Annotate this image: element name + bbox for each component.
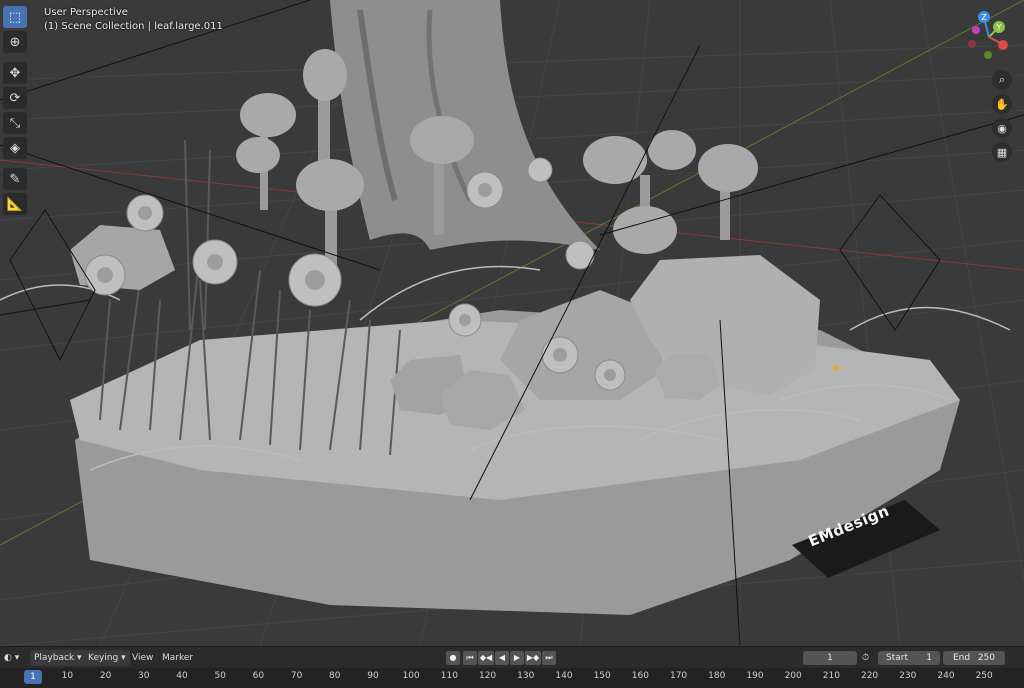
ruler-tick: 130 (517, 671, 535, 681)
camera-icon: ◉ (997, 121, 1007, 135)
annotate-tool[interactable]: ✎ (3, 168, 27, 190)
clock-icon: ◐ (4, 653, 12, 663)
playback-menu-label: Playback (34, 653, 75, 663)
hand-icon: ✋ (995, 97, 1009, 111)
end-value: 250 (977, 653, 995, 663)
play-reverse-icon: ◀ (498, 653, 506, 662)
transform-tool[interactable]: ◈ (3, 137, 27, 159)
select-box-icon: ⬚ (8, 9, 22, 25)
marker-menu[interactable]: Marker (162, 650, 193, 666)
play-reverse-button[interactable]: ◀ (495, 651, 509, 665)
rotate-tool[interactable]: ⟳ (3, 87, 27, 109)
ruler-tick: 100 (402, 671, 420, 681)
play-button[interactable]: ▶ (510, 651, 524, 665)
navigation-gizmo[interactable]: Z Y (962, 10, 1016, 64)
gizmo-neg-y[interactable] (972, 26, 980, 34)
measure-icon: 📐 (6, 196, 24, 212)
playback-menu[interactable]: Playback ▾ (30, 650, 86, 666)
camera-view-button[interactable]: ◉ (992, 118, 1012, 138)
jump-start-icon: ⏮ (466, 653, 474, 662)
grid-icon: ▦ (996, 145, 1008, 159)
ruler-tick: 10 (61, 671, 74, 681)
ruler-tick: 170 (669, 671, 688, 681)
ruler-tick: 50 (214, 671, 226, 681)
pan-button[interactable]: ✋ (992, 94, 1012, 114)
zoom-button[interactable]: ⌕ (992, 70, 1012, 90)
ruler-tick: 190 (746, 671, 764, 681)
ruler-tick: 150 (593, 671, 611, 681)
end-label: End (953, 653, 971, 663)
scale-icon: ⤡ (9, 115, 21, 131)
ruler-tick: 210 (822, 671, 840, 681)
timeline-ruler[interactable]: 1 10 20 30 40 50 60 70 80 90 100 110 120 130 140 150 16… (0, 668, 1024, 688)
view-menu[interactable]: View (132, 650, 153, 666)
ruler-tick: 70 (290, 671, 303, 681)
transform-icon: ◈ (10, 140, 20, 156)
editor-type-button[interactable]: ◐ ▾ (4, 650, 24, 666)
select-box-tool[interactable]: ⬚ (3, 6, 27, 28)
start-value: 1 (926, 653, 932, 663)
gizmo-neg-x[interactable] (968, 40, 976, 48)
start-frame-field[interactable]: Start 1 (878, 651, 940, 665)
stopwatch-icon[interactable]: ⏱ (862, 650, 869, 666)
3d-viewport[interactable]: User Perspective (1) Scene Collection | … (0, 0, 1024, 646)
record-icon: ● (449, 653, 457, 662)
gizmo-y-label: Y (996, 23, 1002, 32)
ruler-tick: 240 (937, 671, 955, 681)
navigation-tools: ⌕ ✋ ◉ ▦ (992, 70, 1012, 166)
move-tool[interactable]: ✥ (3, 62, 27, 84)
start-label: Start (886, 653, 908, 663)
scene-render (0, 0, 1024, 646)
end-frame-field[interactable]: End 250 (943, 651, 1005, 665)
perspective-toggle-button[interactable]: ▦ (992, 142, 1012, 162)
gizmo-x-axis[interactable] (998, 40, 1008, 50)
ruler-tick: 120 (478, 671, 497, 681)
prev-keyframe-button[interactable]: ◆◀ (478, 651, 494, 665)
cursor-tool[interactable]: ⊕ (3, 31, 27, 53)
ruler-tick: 250 (975, 671, 993, 681)
record-button[interactable]: ● (446, 651, 460, 665)
annotate-icon: ✎ (9, 171, 21, 187)
ruler-tick: 180 (708, 671, 726, 681)
keying-menu[interactable]: Keying ▾ (84, 650, 130, 666)
jump-end-icon: ⏭ (545, 653, 553, 662)
active-object-label: (1) Scene Collection | leaf.large.011 (44, 21, 223, 32)
ruler-tick: 220 (860, 671, 879, 681)
ruler-tick: 140 (555, 671, 573, 681)
ruler-tick: 160 (631, 671, 649, 681)
ruler-tick: 30 (138, 671, 150, 681)
current-frame-field[interactable]: 1 (803, 651, 857, 665)
ruler-tick: 110 (440, 671, 458, 681)
ruler-tick: 60 (252, 671, 265, 681)
toolbar: ⬚ ⊕ ✥ ⟳ ⤡ ◈ ✎ 📐 (3, 6, 29, 218)
jump-end-button[interactable]: ⏭ (542, 651, 556, 665)
timeline-header: ◐ ▾ Playback ▾ Keying ▾ View Marker ● ⏮ … (0, 646, 1024, 669)
scale-tool[interactable]: ⤡ (3, 112, 27, 134)
ruler-tick: 90 (367, 671, 379, 681)
ruler-tick: 200 (784, 671, 802, 681)
measure-tool[interactable]: 📐 (3, 193, 27, 215)
current-frame-marker[interactable]: 1 (24, 670, 42, 684)
rotate-icon: ⟳ (9, 90, 21, 106)
play-icon: ▶ (513, 653, 521, 662)
keying-menu-label: Keying (88, 653, 119, 663)
jump-start-button[interactable]: ⏮ (463, 651, 477, 665)
gizmo-z-label: Z (981, 13, 987, 22)
next-keyframe-icon: ▶◆ (526, 653, 540, 662)
view-perspective-label: User Perspective (44, 7, 128, 18)
gizmo-neg-z[interactable] (984, 51, 992, 59)
ruler-tick: 80 (329, 671, 341, 681)
ruler-tick: 40 (176, 671, 188, 681)
next-keyframe-button[interactable]: ▶◆ (525, 651, 541, 665)
ruler-tick: 20 (99, 671, 112, 681)
move-icon: ✥ (9, 65, 21, 81)
ruler-tick: 230 (899, 671, 917, 681)
zoom-icon: ⌕ (998, 73, 1006, 86)
cursor-icon: ⊕ (9, 34, 21, 50)
prev-keyframe-icon: ◆◀ (479, 653, 493, 662)
